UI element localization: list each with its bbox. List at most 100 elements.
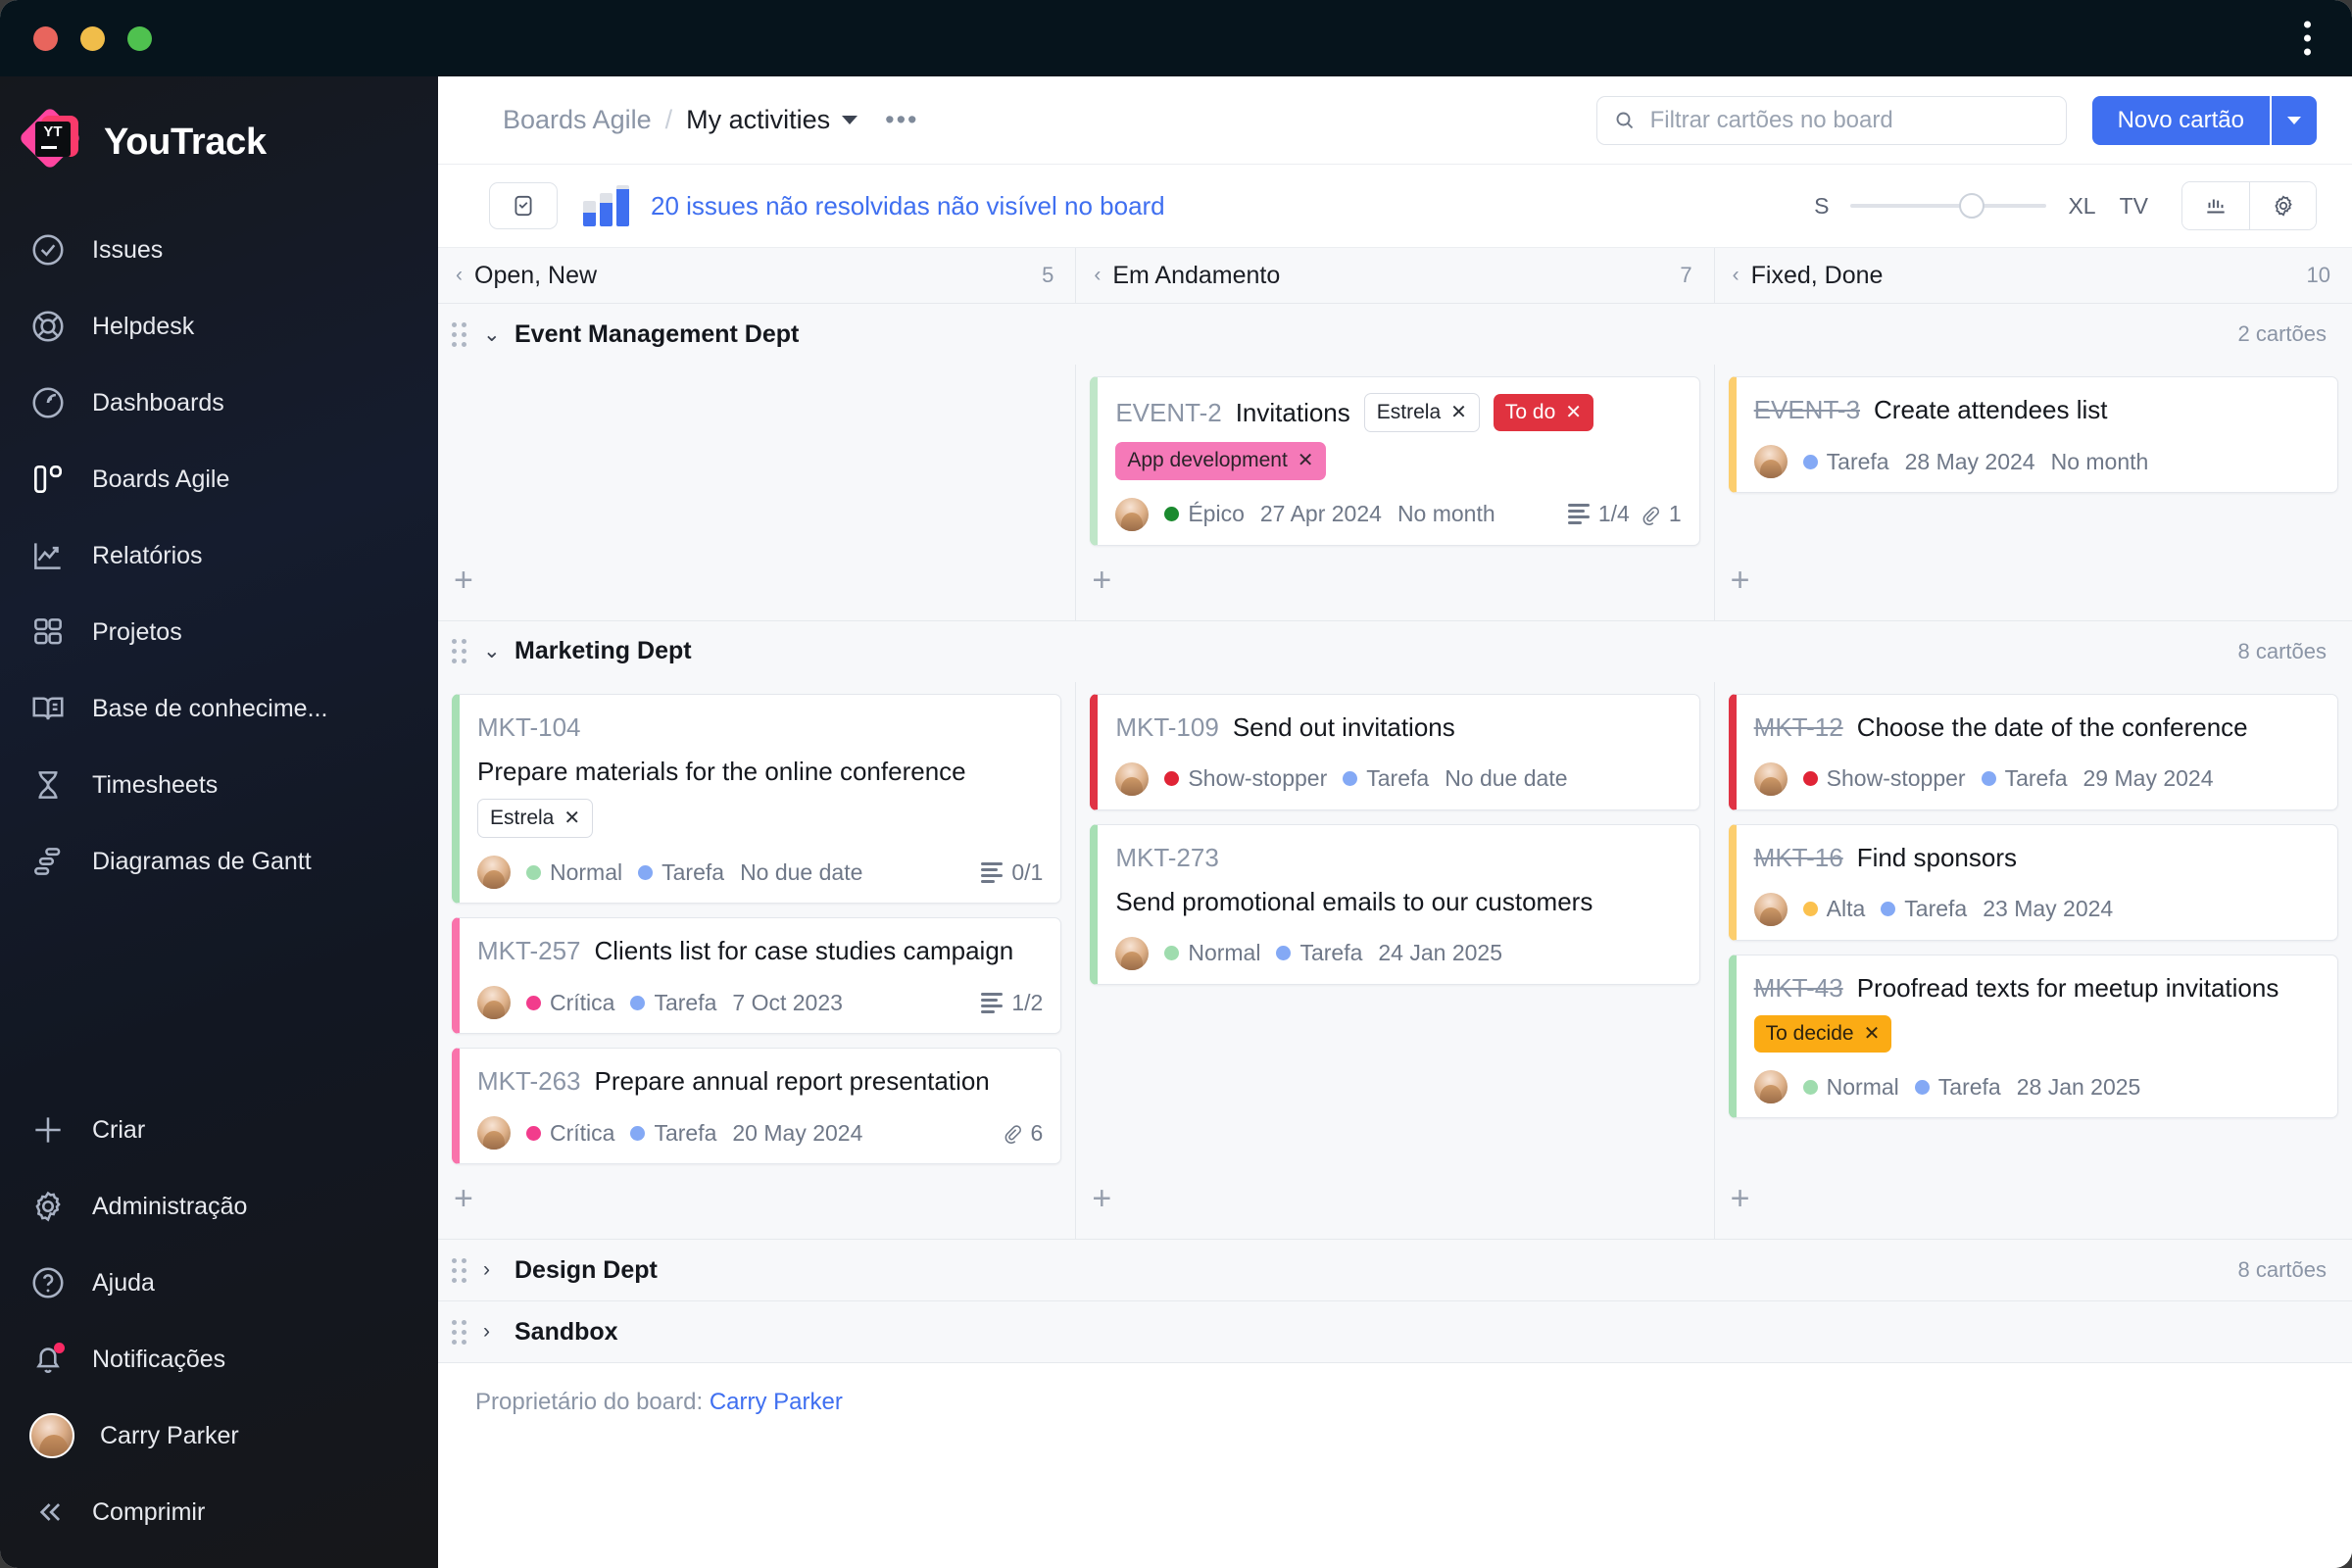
swimlane-title[interactable]: Marketing Dept <box>514 637 692 665</box>
sidebar-item-timesheets[interactable]: Timesheets <box>0 747 438 823</box>
add-card-button[interactable]: + <box>1729 560 1764 601</box>
kebab-menu-icon[interactable] <box>2304 21 2311 56</box>
sidebar-item-administracao[interactable]: Administração <box>0 1168 438 1245</box>
board-owner-link[interactable]: Carry Parker <box>710 1389 843 1415</box>
column-header-fixed-done[interactable]: ‹ Fixed, Done 10 <box>1713 248 2352 303</box>
card-tag[interactable]: To do ✕ <box>1493 394 1594 432</box>
board-card[interactable]: EVENT-3 Create attendees list Tarefa 28 M… <box>1728 376 2338 494</box>
sidebar-item-projetos[interactable]: Projetos <box>0 594 438 670</box>
main-content: Boards Agile / My activities ••• Filtrar… <box>438 76 2352 1568</box>
drag-handle-icon[interactable] <box>452 321 469 347</box>
minimize-window-button[interactable] <box>80 25 105 51</box>
chevron-down-icon[interactable]: ⌄ <box>483 322 501 347</box>
swimlane-header[interactable]: ⌄ Event Management Dept 2 cartões <box>438 304 2352 365</box>
brand-logo[interactable]: YT YouTrack <box>0 76 438 212</box>
sidebar-item-base-de-conhecimento[interactable]: Base de conhecime... <box>0 670 438 747</box>
drag-handle-icon[interactable] <box>452 1257 469 1283</box>
column-header-em-andamento[interactable]: ‹ Em Andamento 7 <box>1075 248 1713 303</box>
close-window-button[interactable] <box>33 25 58 51</box>
add-card-button[interactable]: + <box>1729 1178 1764 1219</box>
drag-handle-icon[interactable] <box>452 639 469 664</box>
add-card-button[interactable]: + <box>452 560 487 601</box>
swimlane-title[interactable]: Design Dept <box>514 1256 658 1285</box>
board-selector[interactable]: My activities <box>686 105 858 135</box>
chevron-right-icon[interactable]: › <box>483 1320 501 1344</box>
sidebar-item-notificacoes[interactable]: Notificações <box>0 1321 438 1397</box>
sidebar-item-criar[interactable]: Criar <box>0 1092 438 1168</box>
chevron-left-icon[interactable]: ‹ <box>1094 264 1101 287</box>
sidebar-item-user-profile[interactable]: Carry Parker <box>0 1397 438 1474</box>
chevron-right-icon[interactable]: › <box>483 1258 501 1282</box>
card-assignee-avatar[interactable] <box>1753 892 1788 926</box>
card-tag[interactable]: App development ✕ <box>1115 442 1326 480</box>
plus-icon <box>29 1111 67 1149</box>
card-assignee-avatar[interactable] <box>477 1116 511 1151</box>
swimlane-header[interactable]: › Sandbox <box>438 1301 2352 1363</box>
board-settings-gear-icon[interactable] <box>2249 182 2316 229</box>
card-tag[interactable]: To decide ✕ <box>1753 1014 1892 1054</box>
card-type: Tarefa <box>1914 1074 2001 1101</box>
tv-mode-button[interactable]: TV <box>2120 193 2148 220</box>
card-tray-icon[interactable] <box>489 182 558 229</box>
drag-handle-icon[interactable] <box>452 1319 469 1345</box>
card-assignee-avatar[interactable] <box>1753 761 1788 796</box>
remove-tag-icon[interactable]: ✕ <box>564 806 580 832</box>
sidebar-item-label: Administração <box>92 1192 248 1220</box>
board-more-menu-icon[interactable]: ••• <box>885 107 918 132</box>
board-card[interactable]: MKT-257 Clients list for case studies ca… <box>452 917 1062 1035</box>
swimlane-title[interactable]: Sandbox <box>514 1318 618 1347</box>
card-assignee-avatar[interactable] <box>477 856 511 890</box>
sidebar-item-diagramas-de-gantt[interactable]: Diagramas de Gantt <box>0 823 438 900</box>
board-card[interactable]: MKT-16 Find sponsors Alta Tarefa 23 May 20… <box>1728 823 2338 941</box>
sidebar-item-relatorios[interactable]: Relatórios <box>0 517 438 594</box>
app-window: YT YouTrack Issues Helpdesk Dashboards B… <box>0 0 2352 1568</box>
board-card[interactable]: EVENT-2 Invitations Estrela ✕ To do ✕ App de… <box>1090 376 1700 546</box>
chevron-down-icon[interactable]: ⌄ <box>483 639 501 663</box>
board-card[interactable]: MKT-273 Send promotional emails to our c… <box>1090 823 1700 985</box>
card-assignee-avatar[interactable] <box>1753 1070 1788 1104</box>
remove-tag-icon[interactable]: ✕ <box>1450 400 1467 426</box>
search-box[interactable] <box>1595 95 2067 145</box>
remove-tag-icon[interactable]: ✕ <box>1565 400 1582 426</box>
card-assignee-avatar[interactable] <box>1115 936 1150 970</box>
new-card-button[interactable]: Novo cartão <box>2091 95 2270 145</box>
card-assignee-avatar[interactable] <box>1115 497 1150 531</box>
board-card[interactable]: MKT-12 Choose the date of the conference… <box>1728 693 2338 810</box>
sidebar-item-helpdesk[interactable]: Helpdesk <box>0 288 438 365</box>
add-card-button[interactable]: + <box>1090 560 1125 601</box>
new-card-dropdown-button[interactable] <box>2272 95 2317 145</box>
card-assignee-avatar[interactable] <box>1115 761 1150 796</box>
swimlane-header[interactable]: › Design Dept 8 cartões <box>438 1240 2352 1301</box>
sidebar-item-issues[interactable]: Issues <box>0 212 438 288</box>
card-assignee-avatar[interactable] <box>1753 445 1788 479</box>
column-header-open-new[interactable]: ‹ Open, New 5 <box>438 248 1075 303</box>
unresolved-issues-link[interactable]: 20 issues não resolvidas não visível no … <box>651 191 1165 221</box>
sidebar-collapse-button[interactable]: Comprimir <box>0 1474 438 1550</box>
sidebar-item-ajuda[interactable]: Ajuda <box>0 1245 438 1321</box>
chevron-left-icon[interactable]: ‹ <box>1733 264 1740 287</box>
card-assignee-avatar[interactable] <box>477 986 511 1020</box>
board-card[interactable]: MKT-43 Proofread texts for meetup invita… <box>1728 954 2338 1119</box>
swimlane-header[interactable]: ⌄ Marketing Dept 8 cartões <box>438 620 2352 682</box>
breadcrumb-root[interactable]: Boards Agile <box>503 105 652 135</box>
swimlane-title[interactable]: Event Management Dept <box>514 320 799 349</box>
board-card[interactable]: MKT-109 Send out invitations Show-stoppe… <box>1090 693 1700 810</box>
card-tag[interactable]: Estrela ✕ <box>477 798 594 839</box>
search-input[interactable] <box>1649 106 2050 134</box>
board-card[interactable]: MKT-263 Prepare annual report presentati… <box>452 1048 1062 1165</box>
remove-tag-icon[interactable]: ✕ <box>1298 448 1314 474</box>
bar-chart-icon[interactable] <box>583 185 629 226</box>
sidebar-item-dashboards[interactable]: Dashboards <box>0 365 438 441</box>
board-card[interactable]: MKT-104 Prepare materials for the online… <box>452 693 1062 905</box>
add-card-button[interactable]: + <box>452 1178 487 1219</box>
card-tag[interactable]: Estrela ✕ <box>1363 393 1480 433</box>
remove-tag-icon[interactable]: ✕ <box>1864 1021 1881 1048</box>
card-size-slider[interactable] <box>1850 184 2047 227</box>
sidebar-item-boards-agile[interactable]: Boards Agile <box>0 441 438 517</box>
chevron-left-icon[interactable]: ‹ <box>456 264 463 287</box>
slider-knob[interactable] <box>1959 193 1985 219</box>
chart-bars-icon[interactable] <box>2182 182 2249 229</box>
card-checklist: 0/1 <box>981 859 1043 886</box>
add-card-button[interactable]: + <box>1090 1178 1125 1219</box>
maximize-window-button[interactable] <box>127 25 152 51</box>
